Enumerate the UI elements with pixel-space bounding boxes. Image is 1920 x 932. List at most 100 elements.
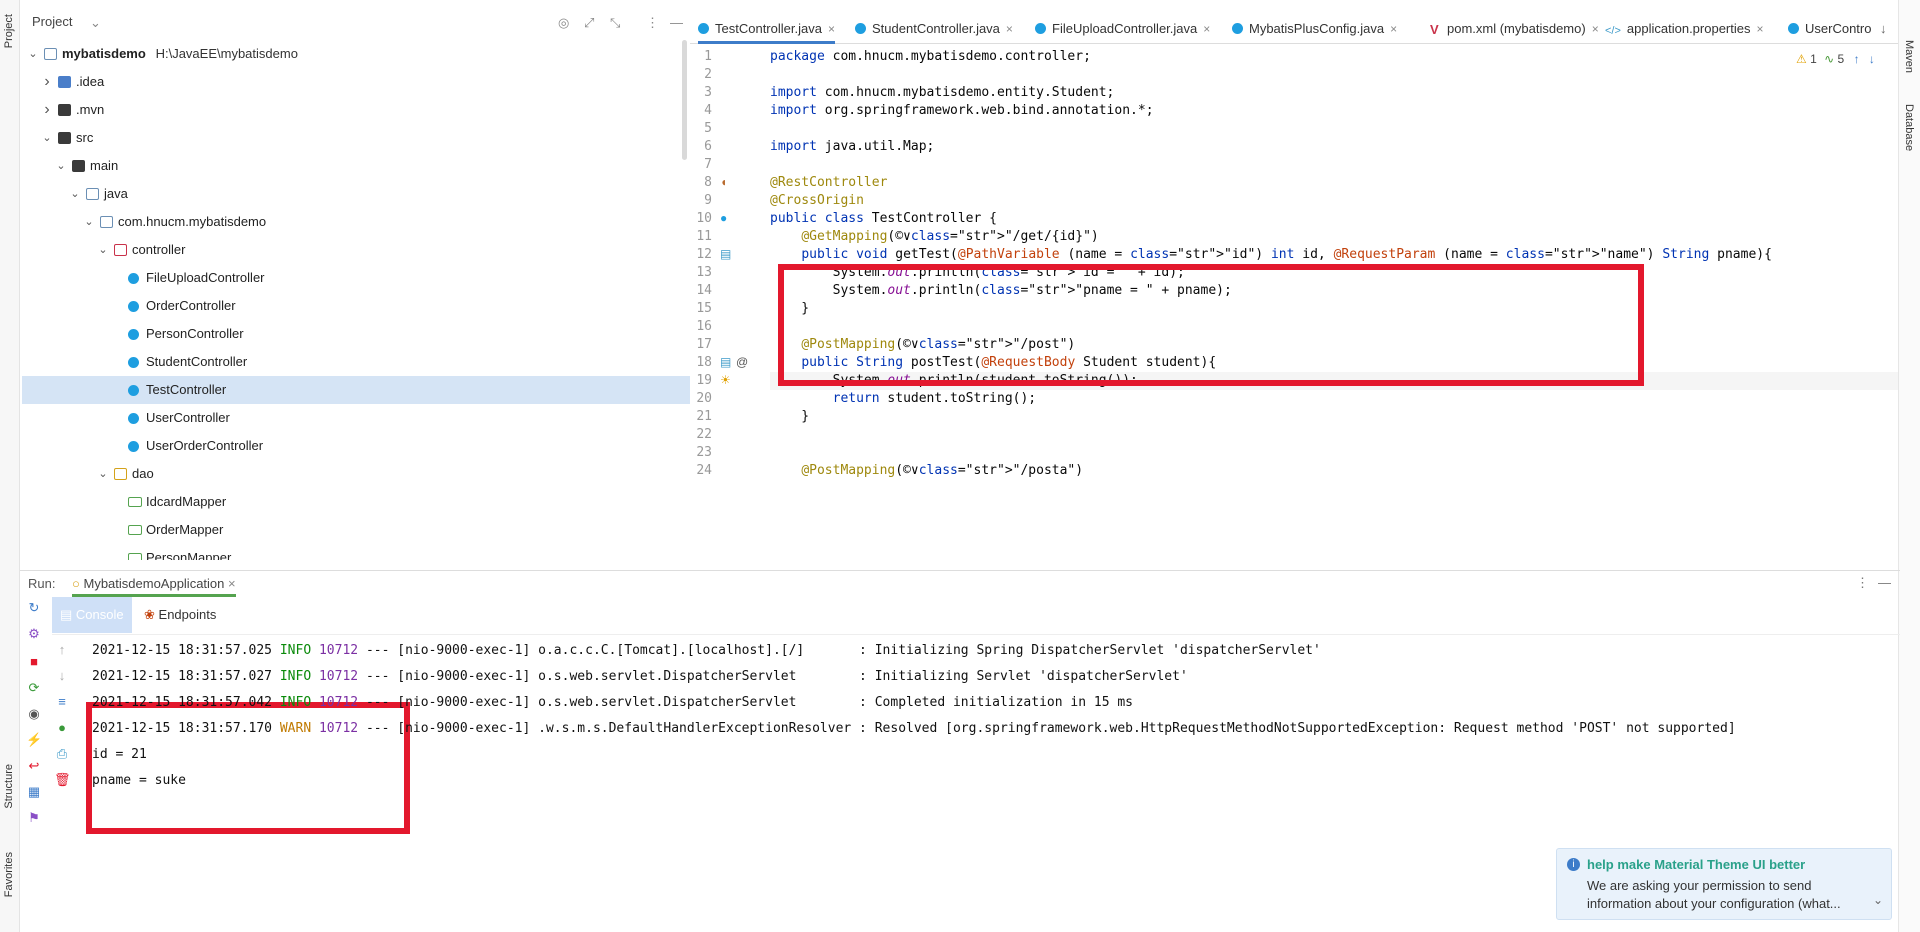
tree-node[interactable]: ⌄ com.hnucm.mybatisdemo [22,208,690,236]
soft-wrap-icon[interactable]: ≡ [54,694,70,710]
tab-endpoints[interactable]: ❀ Endpoints [136,597,224,633]
editor-tab[interactable]: FileUploadController.java × [1035,14,1210,44]
print-icon[interactable]: ⎙ [54,746,70,762]
code-line[interactable]: @RestController [770,174,1900,192]
chevron-down-icon[interactable]: ⌄ [82,208,96,236]
tree-node[interactable]: TestController [22,376,690,404]
next-highlight-icon[interactable]: ↓ [1869,52,1875,66]
exit-icon[interactable]: ↩ [26,758,42,774]
scroll-to-end-icon[interactable]: ● [54,720,70,736]
stop-icon[interactable]: ■ [26,654,42,670]
structure-tool-button[interactable]: Structure [3,764,15,809]
lightbulb-icon[interactable]: ☀ [720,373,731,387]
endpoint-icon[interactable]: ▤ [720,247,731,261]
code-line[interactable] [770,120,1900,138]
code-line[interactable] [770,156,1900,174]
hide-panel-icon[interactable]: — [670,15,683,30]
editor-tab[interactable]: </> application.properties × [1605,14,1764,44]
code-line[interactable]: import java.util.Map; [770,138,1900,156]
tree-node[interactable]: PersonMapper [22,544,690,560]
more-options-icon[interactable]: ⋮ [1856,575,1869,591]
tree-node[interactable]: OrderMapper [22,516,690,544]
close-icon[interactable]: × [1592,22,1599,36]
chevron-down-icon[interactable]: ⌄ [40,124,54,152]
scroll-up-icon[interactable]: ↑ [54,642,70,658]
scroll-down-icon[interactable]: ↓ [54,668,70,684]
tab-console[interactable]: ▤ Console [52,597,132,633]
close-icon[interactable]: × [1756,22,1763,36]
tree-node[interactable]: StudentController [22,348,690,376]
code-line[interactable]: @PostMapping(©∨class="str">"/posta") [770,462,1900,480]
code-line[interactable]: public class TestController { [770,210,1900,228]
endpoint-icon[interactable]: ▤ [720,355,731,369]
database-tool-button[interactable]: Database [1903,104,1915,151]
close-icon[interactable]: × [828,22,835,36]
pin-icon[interactable]: ⚑ [26,810,42,826]
rerun-icon[interactable]: ↻ [26,600,42,616]
previous-highlight-icon[interactable]: ↑ [1854,52,1860,66]
code-line[interactable]: @CrossOrigin [770,192,1900,210]
tree-node[interactable]: ⌄ java [22,180,690,208]
tree-node[interactable]: › .mvn [22,96,690,124]
spring-bean-icon[interactable]: ◖ [720,175,727,189]
code-line[interactable] [770,444,1900,462]
more-options-icon[interactable]: ⋮ [646,15,659,31]
notification-balloon[interactable]: i help make Material Theme UI better We … [1556,848,1892,920]
code-line[interactable]: return student.toString(); [770,390,1900,408]
tree-node[interactable]: PersonController [22,320,690,348]
project-tool-button[interactable]: Project [3,14,15,48]
chevron-right-icon[interactable]: › [40,96,54,124]
close-icon[interactable]: × [228,576,236,591]
inspection-status[interactable]: ⚠ 1 ∿ 5 ↑ ↓ [1796,52,1875,66]
chevron-right-icon[interactable]: › [40,68,54,96]
target-icon[interactable]: ◎ [558,15,569,31]
chevron-down-icon[interactable]: ⌄ [96,236,110,264]
restart-icon[interactable]: ⟳ [26,680,42,696]
tree-node[interactable]: OrderController [22,292,690,320]
tree-node[interactable]: FileUploadController [22,264,690,292]
expand-all-icon[interactable]: ⤢ [584,15,594,31]
code-line[interactable]: import org.springframework.web.bind.anno… [770,102,1900,120]
code-line[interactable]: public void getTest(@PathVariable (name … [770,246,1900,264]
editor-tab[interactable]: Vpom.xml (mybatisdemo) × [1430,14,1599,44]
chevron-down-icon[interactable]: ⌄ [54,152,68,180]
favorites-tool-button[interactable]: Favorites [3,852,15,897]
settings-icon[interactable]: ⚙ [26,626,42,642]
tree-node[interactable]: UserOrderController [22,432,690,460]
layout-icon[interactable]: ▦ [26,784,42,800]
chevron-down-icon[interactable]: ⌄ [26,40,40,68]
editor-tab[interactable]: MybatisPlusConfig.java × [1232,14,1397,44]
maven-tool-button[interactable]: Maven [1903,40,1915,73]
code-line[interactable]: import com.hnucm.mybatisdemo.entity.Stud… [770,84,1900,102]
implementation-icon[interactable]: @ [736,355,748,369]
tree-node[interactable]: UserController [22,404,690,432]
code-line[interactable] [770,426,1900,444]
tree-scrollbar[interactable] [682,40,687,160]
project-panel-title[interactable]: Project [32,14,72,29]
tree-node[interactable]: IdcardMapper [22,488,690,516]
collapse-all-icon[interactable]: ⤡ [610,15,620,31]
editor-tab[interactable]: TestController.java × [698,14,835,44]
tree-node[interactable]: › .idea [22,68,690,96]
notification-title[interactable]: help make Material Theme UI better [1587,857,1805,872]
hide-panel-icon[interactable]: — [1878,575,1891,590]
plug-icon[interactable]: ⚡ [26,732,42,748]
tree-node[interactable]: ⌄ main [22,152,690,180]
chevron-down-icon[interactable]: ⌄ [1873,893,1883,907]
tree-node[interactable]: ⌄ src [22,124,690,152]
class-icon[interactable]: ● [720,211,727,225]
tab-list-icon[interactable]: ↓ [1880,14,1887,44]
clear-all-icon[interactable]: 🗑 [54,772,71,788]
tree-node[interactable]: ⌄ mybatisdemo H:\JavaEE\mybatisdemo [22,40,690,68]
editor-tab[interactable]: UserContro [1788,14,1871,44]
close-icon[interactable]: × [1203,22,1210,36]
editor-tab[interactable]: StudentController.java × [855,14,1013,44]
code-line[interactable]: package com.hnucm.mybatisdemo.controller… [770,48,1900,66]
code-line[interactable]: } [770,408,1900,426]
camera-icon[interactable]: ◉ [26,706,42,722]
chevron-down-icon[interactable]: ⌄ [68,180,82,208]
code-line[interactable]: @GetMapping(©∨class="str">"/get/{id}") [770,228,1900,246]
code-line[interactable] [770,66,1900,84]
close-icon[interactable]: × [1390,22,1397,36]
close-icon[interactable]: × [1006,22,1013,36]
